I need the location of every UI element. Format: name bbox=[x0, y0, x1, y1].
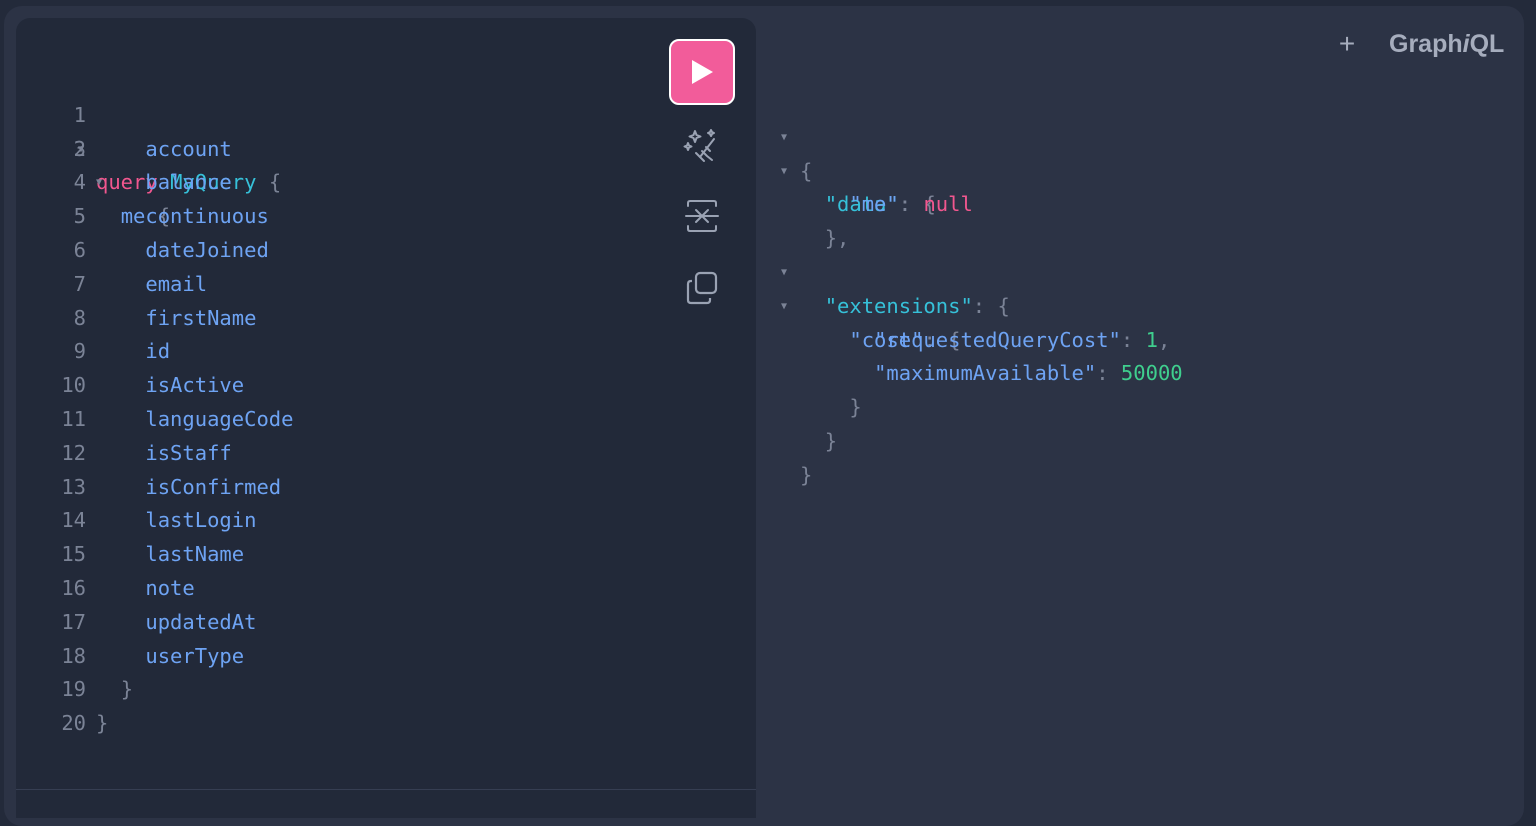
field: isConfirmed bbox=[145, 474, 282, 499]
field: firstName bbox=[145, 305, 257, 330]
field: isActive bbox=[145, 373, 245, 398]
field: dateJoined bbox=[145, 237, 269, 262]
code-line: 16 note bbox=[16, 572, 656, 606]
code-line: 14 lastLogin bbox=[16, 504, 656, 538]
line-number: 17 bbox=[61, 609, 86, 634]
line-number: 8 bbox=[73, 305, 86, 330]
line-number: 10 bbox=[61, 373, 86, 398]
query-editor[interactable]: 1 ▼ query MyQuery { 2 ▼ me { 3 account 4… bbox=[16, 18, 756, 818]
brace: } bbox=[96, 711, 109, 736]
line-number: 19 bbox=[61, 677, 86, 702]
brand-part: i bbox=[1462, 30, 1470, 58]
result-line: } bbox=[770, 391, 1490, 453]
field: balance bbox=[145, 170, 232, 195]
line-number: 6 bbox=[73, 237, 86, 262]
brace: } bbox=[120, 677, 134, 702]
result-line: "maximumAvailable": 50000 bbox=[874, 361, 1183, 386]
add-tab-button[interactable]: + bbox=[1333, 28, 1361, 60]
field: id bbox=[145, 339, 171, 364]
line-number: 15 bbox=[61, 542, 86, 567]
code-line: 7 email bbox=[16, 268, 656, 302]
field: lastName bbox=[145, 542, 245, 567]
code-line: 15 lastName bbox=[16, 538, 656, 572]
field: continuous bbox=[145, 204, 269, 229]
play-icon bbox=[692, 60, 713, 84]
code-line: 17 updatedAt bbox=[16, 606, 656, 640]
run-query-button[interactable] bbox=[669, 39, 735, 105]
line-number: 20 bbox=[61, 711, 86, 736]
result-line: ▼ "extensions": { bbox=[770, 222, 1490, 318]
code-line: 12 isStaff bbox=[16, 437, 656, 471]
field: userType bbox=[145, 643, 245, 668]
result-line: "me": null bbox=[849, 192, 973, 217]
merge-fragments-icon bbox=[685, 200, 719, 232]
code-line: 9 id bbox=[16, 335, 656, 369]
field: email bbox=[145, 271, 208, 296]
graphiql-logo: GraphiQL bbox=[1389, 28, 1504, 60]
line-number: 11 bbox=[61, 406, 86, 431]
field: note bbox=[145, 575, 195, 600]
field: updatedAt bbox=[145, 609, 257, 634]
line-number: 5 bbox=[73, 204, 86, 229]
code-line: 19 } bbox=[16, 673, 656, 707]
merge-fragments-button[interactable] bbox=[682, 196, 722, 236]
line-number: 3 bbox=[73, 136, 86, 161]
result-line: "requestedQueryCost": 1, bbox=[874, 327, 1171, 352]
result-line: } bbox=[770, 425, 1490, 487]
code-line: 4 balance bbox=[16, 166, 656, 200]
code-line: 1 ▼ query MyQuery { bbox=[16, 65, 656, 195]
field: lastLogin bbox=[145, 508, 257, 533]
line-number: 18 bbox=[61, 643, 86, 668]
line-number: 7 bbox=[73, 271, 86, 296]
code-line: 3 account bbox=[16, 133, 656, 167]
editor-divider bbox=[16, 789, 756, 790]
line-number: 12 bbox=[61, 440, 86, 465]
code-line: 18 userType bbox=[16, 640, 656, 674]
result-line: } bbox=[770, 357, 1490, 419]
code-line: 11 languageCode bbox=[16, 403, 656, 437]
field: isStaff bbox=[145, 440, 232, 465]
code-line: 10 isActive bbox=[16, 369, 656, 403]
field: account bbox=[145, 136, 232, 161]
magic-wand-icon bbox=[683, 129, 715, 162]
line-number: 9 bbox=[73, 339, 86, 364]
result-line: ▼ { bbox=[770, 87, 1490, 183]
result-viewer[interactable]: ▼ { ▼ "data": { "me": null }, ▼ "extensi… bbox=[770, 87, 1490, 487]
query-code[interactable]: 1 ▼ query MyQuery { 2 ▼ me { 3 account 4… bbox=[16, 65, 656, 741]
code-line: 13 isConfirmed bbox=[16, 471, 656, 505]
code-line: 20} bbox=[16, 707, 656, 741]
line-number: 13 bbox=[61, 474, 86, 499]
brand-part: QL bbox=[1469, 30, 1505, 58]
copy-query-button[interactable] bbox=[682, 268, 722, 308]
copy-icon bbox=[686, 271, 718, 305]
result-line: ▼ "cost": { bbox=[770, 256, 1490, 352]
line-number: 14 bbox=[61, 508, 86, 533]
brand-part: Graph bbox=[1389, 30, 1463, 58]
code-line: 5 continuous bbox=[16, 200, 656, 234]
result-line: }, bbox=[824, 226, 850, 251]
line-number: 4 bbox=[73, 170, 86, 195]
result-line: ▼ "data": { bbox=[770, 121, 1490, 217]
line-number: 16 bbox=[61, 575, 86, 600]
code-line: 2 ▼ me { bbox=[16, 99, 656, 229]
field: languageCode bbox=[145, 406, 294, 431]
code-line: 6 dateJoined bbox=[16, 234, 656, 268]
code-line: 8 firstName bbox=[16, 302, 656, 336]
prettify-button[interactable] bbox=[682, 125, 722, 165]
brace: } bbox=[800, 462, 813, 487]
